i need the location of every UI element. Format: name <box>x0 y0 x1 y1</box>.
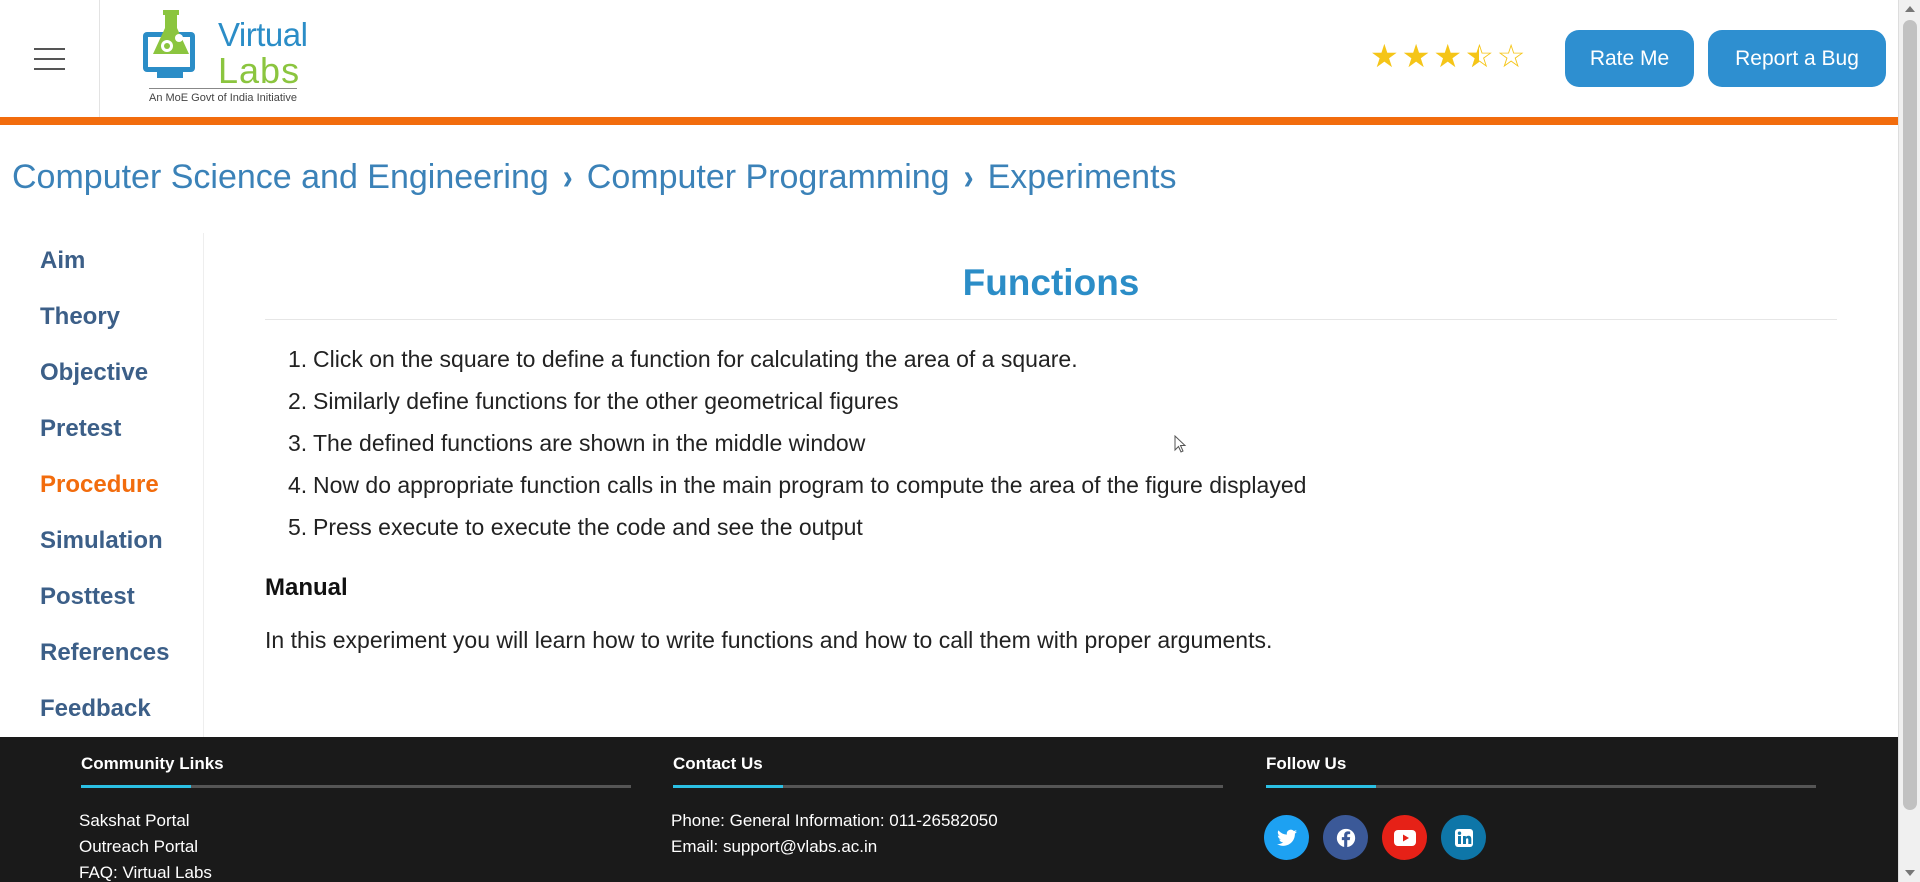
step-text: Click on the square to define a function… <box>313 346 1078 372</box>
logo-tagline: An MoE Govt of India Initiative <box>149 88 297 104</box>
sidebar-item-references[interactable]: References <box>40 639 169 667</box>
manual-heading: Manual <box>265 574 348 601</box>
procedure-steps: 1. Click on the square to define a functi… <box>288 344 1306 554</box>
breadcrumb: Computer Science and Engineering › Compu… <box>12 157 1177 197</box>
breadcrumb-item-discipline[interactable]: Computer Science and Engineering <box>12 158 549 197</box>
title-divider <box>265 319 1837 320</box>
sidebar-item-aim[interactable]: Aim <box>40 247 85 275</box>
sidebar-item-objective[interactable]: Objective <box>40 359 148 387</box>
footer-heading-rule <box>1266 785 1816 788</box>
footer-link-faq[interactable]: FAQ: Virtual Labs <box>79 863 212 882</box>
star-full-icon[interactable]: ★ <box>1402 40 1431 72</box>
chevron-right-icon: › <box>963 157 974 197</box>
linkedin-icon[interactable] <box>1441 815 1486 860</box>
chevron-right-icon: › <box>562 157 573 197</box>
list-item: 2. Similarly define functions for the oth… <box>288 386 1306 428</box>
sidebar-nav: Aim Theory Objective Pretest Procedure S… <box>0 233 204 737</box>
list-item: 1. Click on the square to define a functi… <box>288 344 1306 386</box>
footer-heading-community: Community Links <box>81 754 224 773</box>
breadcrumb-item-lab[interactable]: Computer Programming <box>587 158 950 197</box>
footer-phone: Phone: General Information: 011-26582050 <box>671 811 998 830</box>
sidebar-item-posttest[interactable]: Posttest <box>40 583 135 611</box>
manual-text: In this experiment you will learn how to… <box>265 627 1273 653</box>
star-half-icon[interactable]: ☆ ★ <box>1465 40 1494 72</box>
page-scrollbar[interactable] <box>1898 0 1920 882</box>
sidebar-item-theory[interactable]: Theory <box>40 303 120 331</box>
page-title: Functions <box>962 262 1140 303</box>
site-header: Virtual Labs An MoE Govt of India Initia… <box>0 0 1898 117</box>
star-full-icon[interactable]: ★ <box>1433 40 1462 72</box>
flask-gear-icon <box>143 10 195 78</box>
report-bug-button[interactable]: Report a Bug <box>1708 30 1886 87</box>
list-item: 4. Now do appropriate function calls in t… <box>288 470 1306 512</box>
footer-heading-follow: Follow Us <box>1266 754 1347 773</box>
mouse-pointer-icon <box>1174 435 1187 453</box>
breadcrumb-item-experiments[interactable]: Experiments <box>988 158 1177 197</box>
step-text: Press execute to execute the code and se… <box>313 514 863 540</box>
facebook-icon[interactable] <box>1323 815 1368 860</box>
virtual-labs-logo[interactable]: Virtual Labs An MoE Govt of India Initia… <box>137 8 317 108</box>
twitter-icon[interactable] <box>1264 815 1309 860</box>
footer-link-outreach[interactable]: Outreach Portal <box>79 837 198 857</box>
list-item: 3. The defined functions are shown in the… <box>288 428 1306 470</box>
sidebar-item-procedure[interactable]: Procedure <box>40 471 159 499</box>
scroll-up-icon[interactable] <box>1905 6 1915 12</box>
logo-word-labs: Labs <box>218 50 301 91</box>
youtube-icon[interactable] <box>1382 815 1427 860</box>
star-rating[interactable]: ★ ★ ★ ☆ ★ ☆ <box>1370 40 1525 72</box>
footer-link-sakshat[interactable]: Sakshat Portal <box>79 811 190 831</box>
sidebar-item-pretest[interactable]: Pretest <box>40 415 121 443</box>
footer-heading-rule <box>673 785 1223 788</box>
footer-heading-rule <box>81 785 631 788</box>
star-full-icon[interactable]: ★ <box>1370 40 1399 72</box>
rate-me-button[interactable]: Rate Me <box>1565 30 1694 87</box>
step-text: Similarly define functions for the other… <box>313 388 899 414</box>
footer-email[interactable]: Email: support@vlabs.ac.in <box>671 837 877 857</box>
sidebar-item-simulation[interactable]: Simulation <box>40 527 163 555</box>
step-text: Now do appropriate function calls in the… <box>313 472 1307 498</box>
sidebar-item-feedback[interactable]: Feedback <box>40 695 151 723</box>
list-item: 5. Press execute to execute the code and … <box>288 512 1306 554</box>
step-text: The defined functions are shown in the m… <box>313 430 866 456</box>
site-footer: Community Links Sakshat Portal Outreach … <box>0 737 1898 882</box>
logo-word-virtual: Virtual <box>218 16 308 53</box>
header-accent-bar <box>0 117 1898 125</box>
star-empty-icon[interactable]: ☆ <box>1497 40 1526 72</box>
scroll-down-icon[interactable] <box>1905 870 1915 876</box>
scrollbar-thumb[interactable] <box>1903 20 1917 810</box>
footer-heading-contact: Contact Us <box>673 754 763 773</box>
hamburger-icon[interactable] <box>0 0 100 117</box>
